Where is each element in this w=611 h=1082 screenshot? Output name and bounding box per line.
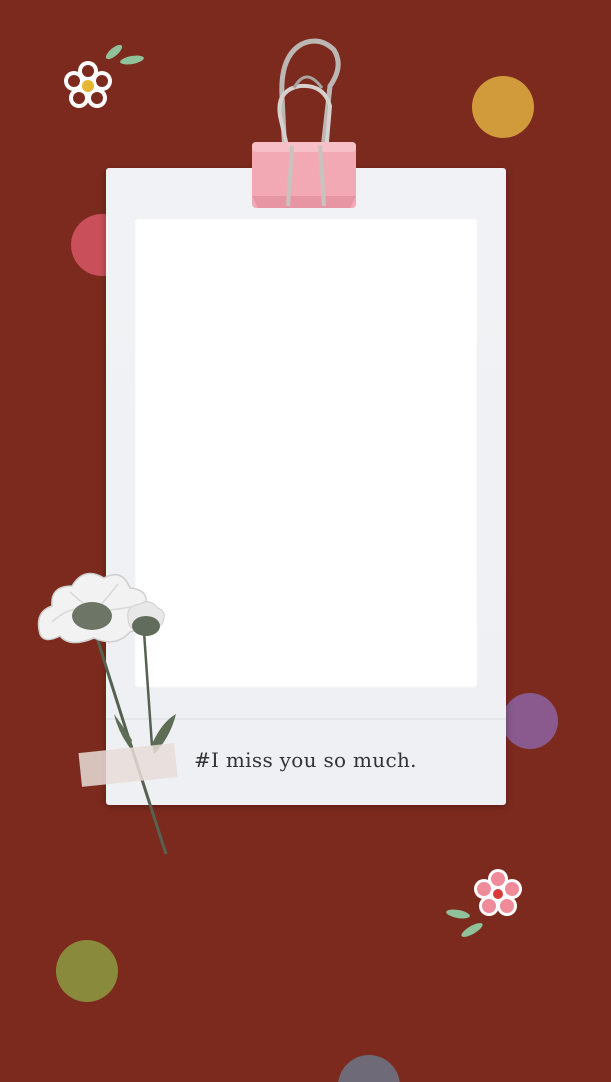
decor-dot-olive bbox=[56, 940, 118, 1002]
decor-dot-orange bbox=[472, 76, 534, 138]
flower-sticker-top-icon bbox=[64, 44, 144, 108]
caption-text: #I miss you so much. bbox=[194, 748, 417, 772]
decor-dot-gray bbox=[338, 1055, 400, 1082]
pressed-flower-icon bbox=[37, 572, 178, 855]
flower-sticker-bottom-icon bbox=[446, 869, 522, 937]
binder-clip-icon bbox=[252, 38, 356, 208]
decor-dot-purple bbox=[502, 693, 558, 749]
